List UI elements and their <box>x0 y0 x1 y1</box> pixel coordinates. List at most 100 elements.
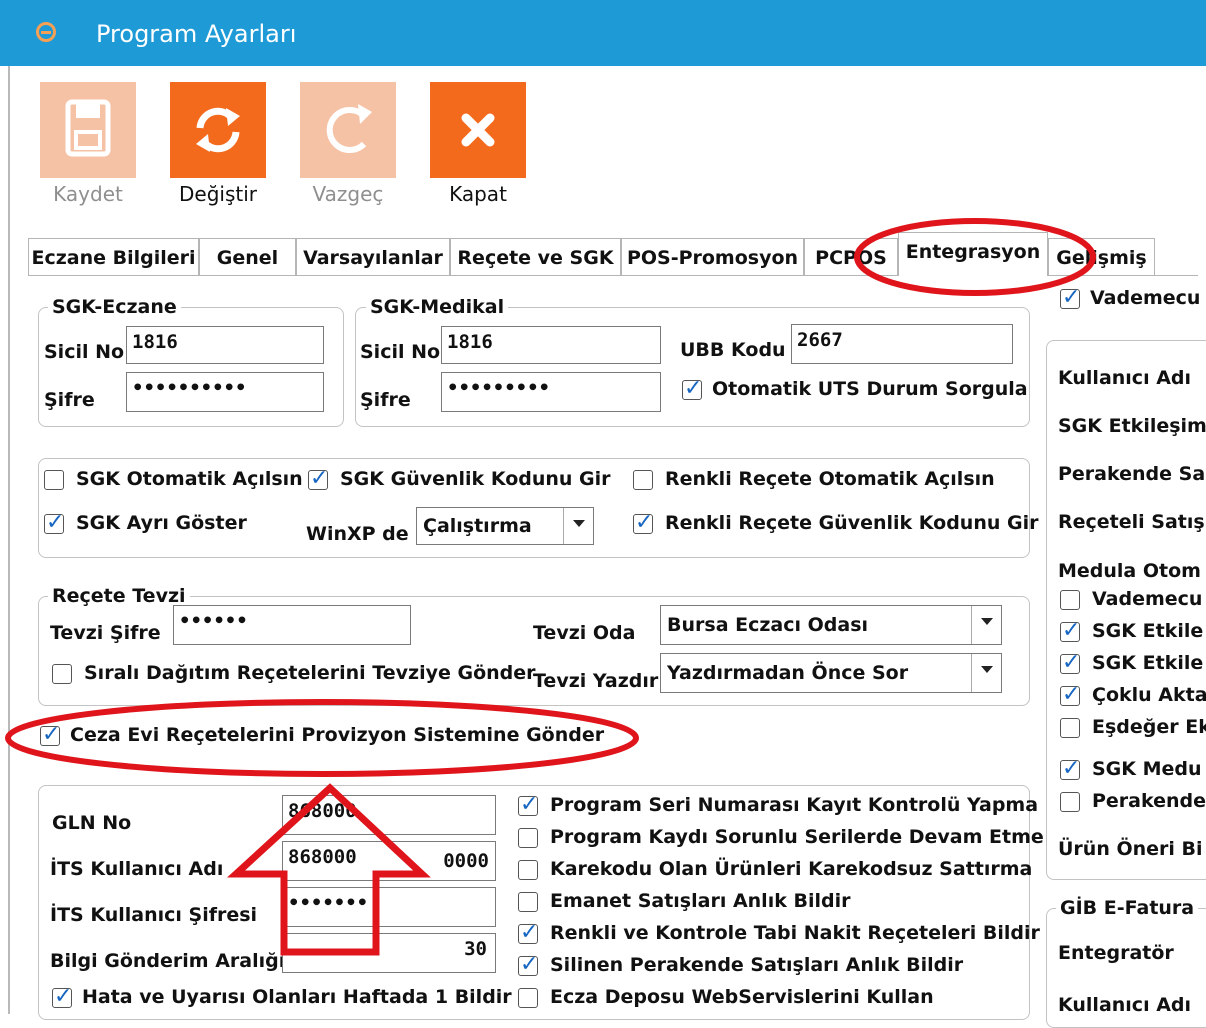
right-check-6-label: Ecza Deposu WebServislerini Kullan <box>550 986 934 1008</box>
side-urun-oneri: Ürün Öneri Bi <box>1058 838 1203 860</box>
tab-varsayilanlar[interactable]: Varsayılanlar <box>296 238 450 276</box>
tab-eczane-bilgileri[interactable]: Eczane Bilgileri <box>28 238 199 276</box>
ubb-kodu-input[interactable]: 2667 <box>791 324 1013 364</box>
side-label-0: Kullanıcı Adı <box>1058 367 1192 389</box>
gib-kullanici: Kullanıcı Adı <box>1058 994 1192 1016</box>
side-check-5-label: SGK Medu <box>1092 758 1202 780</box>
tevzi-legend: Reçete Tevzi <box>48 585 190 607</box>
colored-auto-label: Renkli Reçete Otomatik Açılsın <box>665 468 995 490</box>
right-check-4-label: Renkli ve Kontrole Tabi Nakit Reçeteleri… <box>550 922 1040 944</box>
its-user-tail: 0000 <box>443 850 489 872</box>
change-button[interactable] <box>170 82 266 178</box>
tevzi-oda-select[interactable]: Bursa Eczacı Odası <box>660 605 1002 645</box>
sgk-eczane-sicil-label: Sicil No <box>44 341 125 363</box>
sgk-security-checkbox[interactable] <box>308 466 328 491</box>
ubb-kodu-label: UBB Kodu <box>680 339 786 361</box>
uts-checkbox[interactable] <box>682 376 702 401</box>
side-check-3[interactable] <box>1060 682 1080 707</box>
colored-security-checkbox[interactable] <box>633 510 653 535</box>
right-check-1-label: Program Kaydı Sorunlu Serilerde Devam Et… <box>550 826 1044 848</box>
sirali-label: Sıralı Dağıtım Reçetelerini Tevziye Gönd… <box>84 662 536 684</box>
interval-label: Bilgi Gönderim Aralığı <box>50 950 286 972</box>
save-button[interactable] <box>40 82 136 178</box>
side-check-2-label: SGK Etkile <box>1092 652 1204 674</box>
its-pass-input[interactable]: ••••••• <box>282 887 496 927</box>
sgk-eczane-sicil-input[interactable]: 1816 <box>126 326 324 364</box>
ceza-evi-label: Ceza Evi Reçetelerini Provizyon Sistemin… <box>70 724 605 746</box>
its-user-input[interactable]: 868000 0000 <box>282 841 496 881</box>
tab-pcpos[interactable]: PCPOS <box>804 238 898 276</box>
side-check-2[interactable] <box>1060 650 1080 675</box>
right-check-3[interactable] <box>518 892 538 912</box>
close-icon <box>461 113 495 147</box>
tab-pos-promosyon[interactable]: POS-Promosyon <box>621 238 804 276</box>
side-vademecum-checkbox[interactable] <box>1060 285 1080 310</box>
right-check-6[interactable] <box>518 988 538 1008</box>
close-button[interactable] <box>430 82 526 178</box>
colored-auto-checkbox[interactable] <box>633 470 653 490</box>
right-check-5[interactable] <box>518 952 538 977</box>
right-check-1[interactable] <box>518 828 538 848</box>
gln-label: GLN No <box>52 812 132 834</box>
tevzi-yazdir-select[interactable]: Yazdırmadan Önce Sor <box>660 653 1002 693</box>
tab-recete-ve-sgk[interactable]: Reçete ve SGK <box>450 238 621 276</box>
winxp-label: WinXP de <box>306 523 409 545</box>
close-label: Kapat <box>449 182 507 206</box>
sgk-medikal-sifre-input[interactable]: ••••••••• <box>441 372 661 412</box>
tevzi-sifre-label: Tevzi Şifre <box>50 622 161 644</box>
ceza-evi-checkbox[interactable] <box>40 722 60 747</box>
weekly-checkbox[interactable] <box>52 984 72 1009</box>
chevron-down-icon <box>971 654 1001 692</box>
sgk-eczane-sifre-label: Şifre <box>44 389 95 411</box>
tab-gelismis[interactable]: Gelişmiş <box>1048 238 1155 276</box>
side-check-6[interactable] <box>1060 792 1080 812</box>
sgk-auto-open-checkbox[interactable] <box>44 470 64 490</box>
sgk-medikal-sicil-input[interactable]: 1816 <box>441 326 661 364</box>
side-check-5[interactable] <box>1060 756 1080 781</box>
tab-entegrasyon[interactable]: Entegrasyon <box>898 232 1048 276</box>
sirali-checkbox[interactable] <box>52 664 72 684</box>
tevzi-sifre-input[interactable]: •••••• <box>173 605 411 645</box>
cancel-button[interactable] <box>300 82 396 178</box>
undo-icon <box>326 104 372 153</box>
right-check-0[interactable] <box>518 792 538 817</box>
tevzi-yazdir-value: Yazdırmadan Önce Sor <box>667 662 909 684</box>
sgk-separate-checkbox[interactable] <box>44 510 64 535</box>
gib-legend: GİB E-Fatura <box>1056 897 1199 919</box>
sgk-medikal-sifre-label: Şifre <box>360 389 411 411</box>
winxp-select[interactable]: Çalıştırma <box>416 507 594 545</box>
side-check-1[interactable] <box>1060 618 1080 643</box>
gib-entegrator: Entegratör <box>1058 942 1174 964</box>
change-label: Değiştir <box>179 182 257 206</box>
side-check-4-label: Eşdeğer Ek <box>1092 716 1206 738</box>
weekly-label: Hata ve Uyarısı Olanları Haftada 1 Bildi… <box>82 986 512 1008</box>
sgk-eczane-legend: SGK-Eczane <box>48 296 181 318</box>
uts-label: Otomatik UTS Durum Sorgula <box>712 378 1028 400</box>
side-label-2: Perakende Sa <box>1058 463 1206 485</box>
chevron-down-icon <box>971 606 1001 644</box>
side-check-3-label: Çoklu Akta <box>1092 684 1206 706</box>
tevzi-yazdir-label: Tevzi Yazdır <box>533 670 659 692</box>
sgk-medikal-sicil-label: Sicil No <box>360 341 441 363</box>
side-vademecum-label: Vademecu <box>1090 287 1201 309</box>
cancel-label: Vazgeç <box>312 182 384 206</box>
right-check-4[interactable] <box>518 920 538 945</box>
right-check-2[interactable] <box>518 860 538 880</box>
refresh-icon <box>196 107 240 153</box>
interval-input[interactable]: 30 <box>282 933 496 973</box>
side-check-0[interactable] <box>1060 590 1080 610</box>
chevron-down-icon <box>563 508 593 544</box>
side-check-4[interactable] <box>1060 718 1080 738</box>
side-check-0-label: Vademecu <box>1092 588 1203 610</box>
right-check-5-label: Silinen Perakende Satışları Anlık Bildir <box>550 954 964 976</box>
right-check-2-label: Karekodu Olan Ürünleri Karekodsuz Sattır… <box>550 858 1033 880</box>
tab-genel[interactable]: Genel <box>199 238 296 276</box>
sgk-eczane-sifre-input[interactable]: •••••••••• <box>126 372 324 412</box>
side-check-1-label: SGK Etkile <box>1092 620 1204 642</box>
right-check-0-label: Program Seri Numarası Kayıt Kontrolü Yap… <box>550 794 1039 816</box>
its-user-label: İTS Kullanıcı Adı <box>50 858 224 880</box>
side-label-3: Reçeteli Satış <box>1058 511 1205 533</box>
gln-input[interactable]: 868000 <box>282 795 496 835</box>
floppy-disk-icon <box>65 99 111 157</box>
tevzi-oda-label: Tevzi Oda <box>533 622 636 644</box>
